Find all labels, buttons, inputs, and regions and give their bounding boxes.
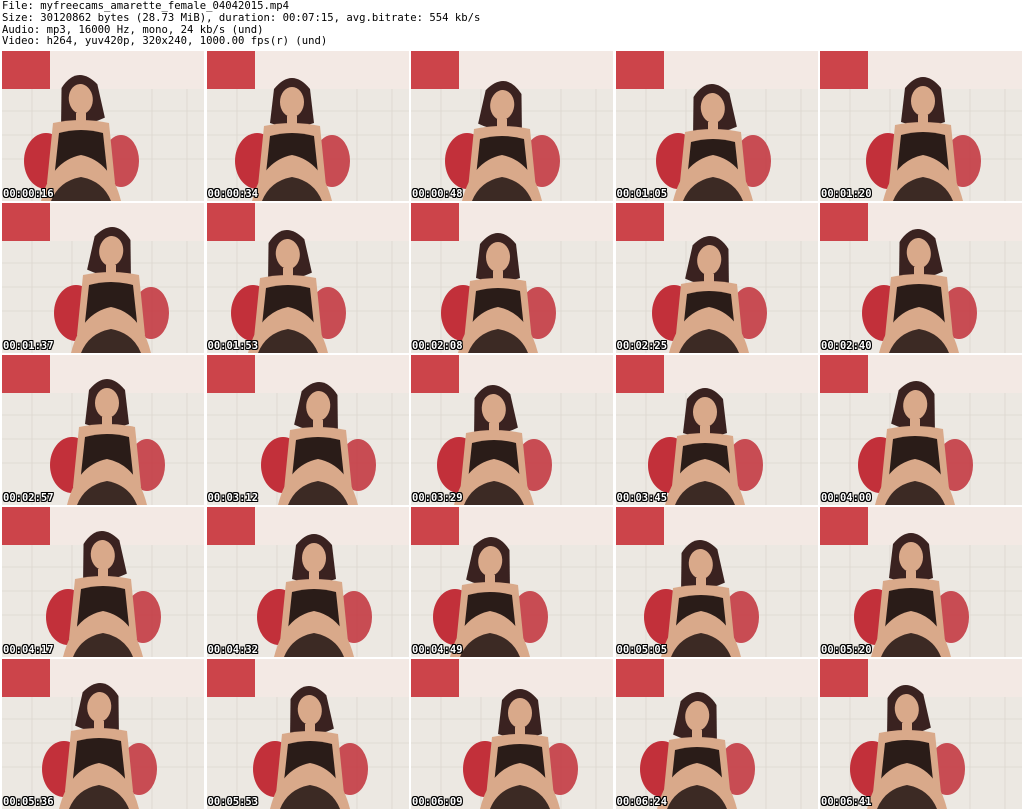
thumbnail-frame: 00:05:36 — [2, 659, 204, 809]
timestamp-label: 00:00:16 — [3, 188, 54, 200]
thumbnail-frame: 00:00:34 — [206, 51, 409, 201]
video-frame-image — [2, 203, 204, 353]
video-frame-image — [820, 659, 1022, 809]
timestamp-label: 00:05:53 — [207, 796, 259, 808]
timestamp-label: 00:01:37 — [3, 340, 54, 352]
thumbnail-frame: 00:02:57 — [2, 355, 204, 505]
video-frame-image — [820, 203, 1022, 353]
video-frame-image — [206, 659, 409, 809]
video-frame-image — [411, 507, 613, 657]
video-frame-image — [615, 203, 818, 353]
timestamp-label: 00:01:05 — [616, 188, 668, 200]
timestamp-label: 00:01:20 — [821, 188, 872, 200]
thumbnail-frame: 00:06:09 — [411, 659, 613, 809]
video-frame-image — [615, 659, 818, 809]
video-frame-image — [615, 507, 818, 657]
timestamp-label: 00:00:34 — [207, 188, 259, 200]
thumbnail-grid: 00:00:16 00:00:34 00:00:48 00:01:05 00:0… — [2, 51, 1022, 810]
timestamp-label: 00:04:00 — [821, 492, 872, 504]
timestamp-label: 00:04:49 — [412, 644, 463, 656]
video-frame-image — [411, 659, 613, 809]
thumbnail-frame: 00:02:40 — [820, 203, 1022, 353]
video-frame-image — [411, 203, 613, 353]
video-frame-image — [820, 355, 1022, 505]
file-info-header: File: myfreecams_amarette_female_0404201… — [2, 0, 1022, 49]
thumbnail-frame: 00:04:00 — [820, 355, 1022, 505]
thumbnail-frame: 00:01:37 — [2, 203, 204, 353]
video-frame-image — [206, 203, 409, 353]
video-frame-image — [206, 51, 409, 201]
file-size-line: Size: 30120862 bytes (28.73 MiB), durati… — [2, 11, 481, 24]
video-frame-image — [206, 355, 409, 505]
timestamp-label: 00:02:08 — [412, 340, 463, 352]
timestamp-label: 00:02:25 — [616, 340, 668, 352]
thumbnail-frame: 00:04:32 — [206, 507, 409, 657]
timestamp-label: 00:00:48 — [412, 188, 463, 200]
video-frame-image — [411, 355, 613, 505]
thumbnail-frame: 00:02:08 — [411, 203, 613, 353]
timestamp-label: 00:05:36 — [3, 796, 54, 808]
thumbnail-frame: 00:05:53 — [206, 659, 409, 809]
thumbnail-frame: 00:06:41 — [820, 659, 1022, 809]
timestamp-label: 00:01:53 — [207, 340, 259, 352]
video-frame-image — [820, 507, 1022, 657]
thumbnail-frame: 00:03:45 — [615, 355, 818, 505]
timestamp-label: 00:02:40 — [821, 340, 872, 352]
video-info-line: Video: h264, yuv420p, 320x240, 1000.00 f… — [2, 35, 328, 48]
thumbnail-frame: 00:05:05 — [615, 507, 818, 657]
video-frame-image — [2, 659, 204, 809]
timestamp-label: 00:06:09 — [412, 796, 463, 808]
timestamp-label: 00:05:20 — [821, 644, 872, 656]
thumbnail-frame: 00:04:17 — [2, 507, 204, 657]
thumbnail-frame: 00:05:20 — [820, 507, 1022, 657]
thumbnail-frame: 00:01:05 — [615, 51, 818, 201]
timestamp-label: 00:02:57 — [3, 492, 54, 504]
video-frame-image — [2, 355, 204, 505]
timestamp-label: 00:06:24 — [616, 796, 668, 808]
timestamp-label: 00:03:29 — [412, 492, 463, 504]
video-frame-image — [411, 51, 613, 201]
video-frame-image — [206, 507, 409, 657]
video-frame-image — [615, 51, 818, 201]
video-frame-image — [2, 51, 204, 201]
timestamp-label: 00:03:12 — [207, 492, 259, 504]
thumbnail-frame: 00:00:16 — [2, 51, 204, 201]
thumbnail-frame: 00:01:20 — [820, 51, 1022, 201]
thumbnail-frame: 00:04:49 — [411, 507, 613, 657]
thumbnail-frame: 00:00:48 — [411, 51, 613, 201]
thumbnail-frame: 00:03:12 — [206, 355, 409, 505]
timestamp-label: 00:03:45 — [616, 492, 668, 504]
thumbnail-frame: 00:02:25 — [615, 203, 818, 353]
thumbnail-frame: 00:01:53 — [206, 203, 409, 353]
thumbnail-frame: 00:06:24 — [615, 659, 818, 809]
thumbnail-frame: 00:03:29 — [411, 355, 613, 505]
timestamp-label: 00:04:17 — [3, 644, 54, 656]
timestamp-label: 00:04:32 — [207, 644, 259, 656]
timestamp-label: 00:05:05 — [616, 644, 668, 656]
video-frame-image — [820, 51, 1022, 201]
timestamp-label: 00:06:41 — [821, 796, 872, 808]
video-frame-image — [2, 507, 204, 657]
video-frame-image — [615, 355, 818, 505]
